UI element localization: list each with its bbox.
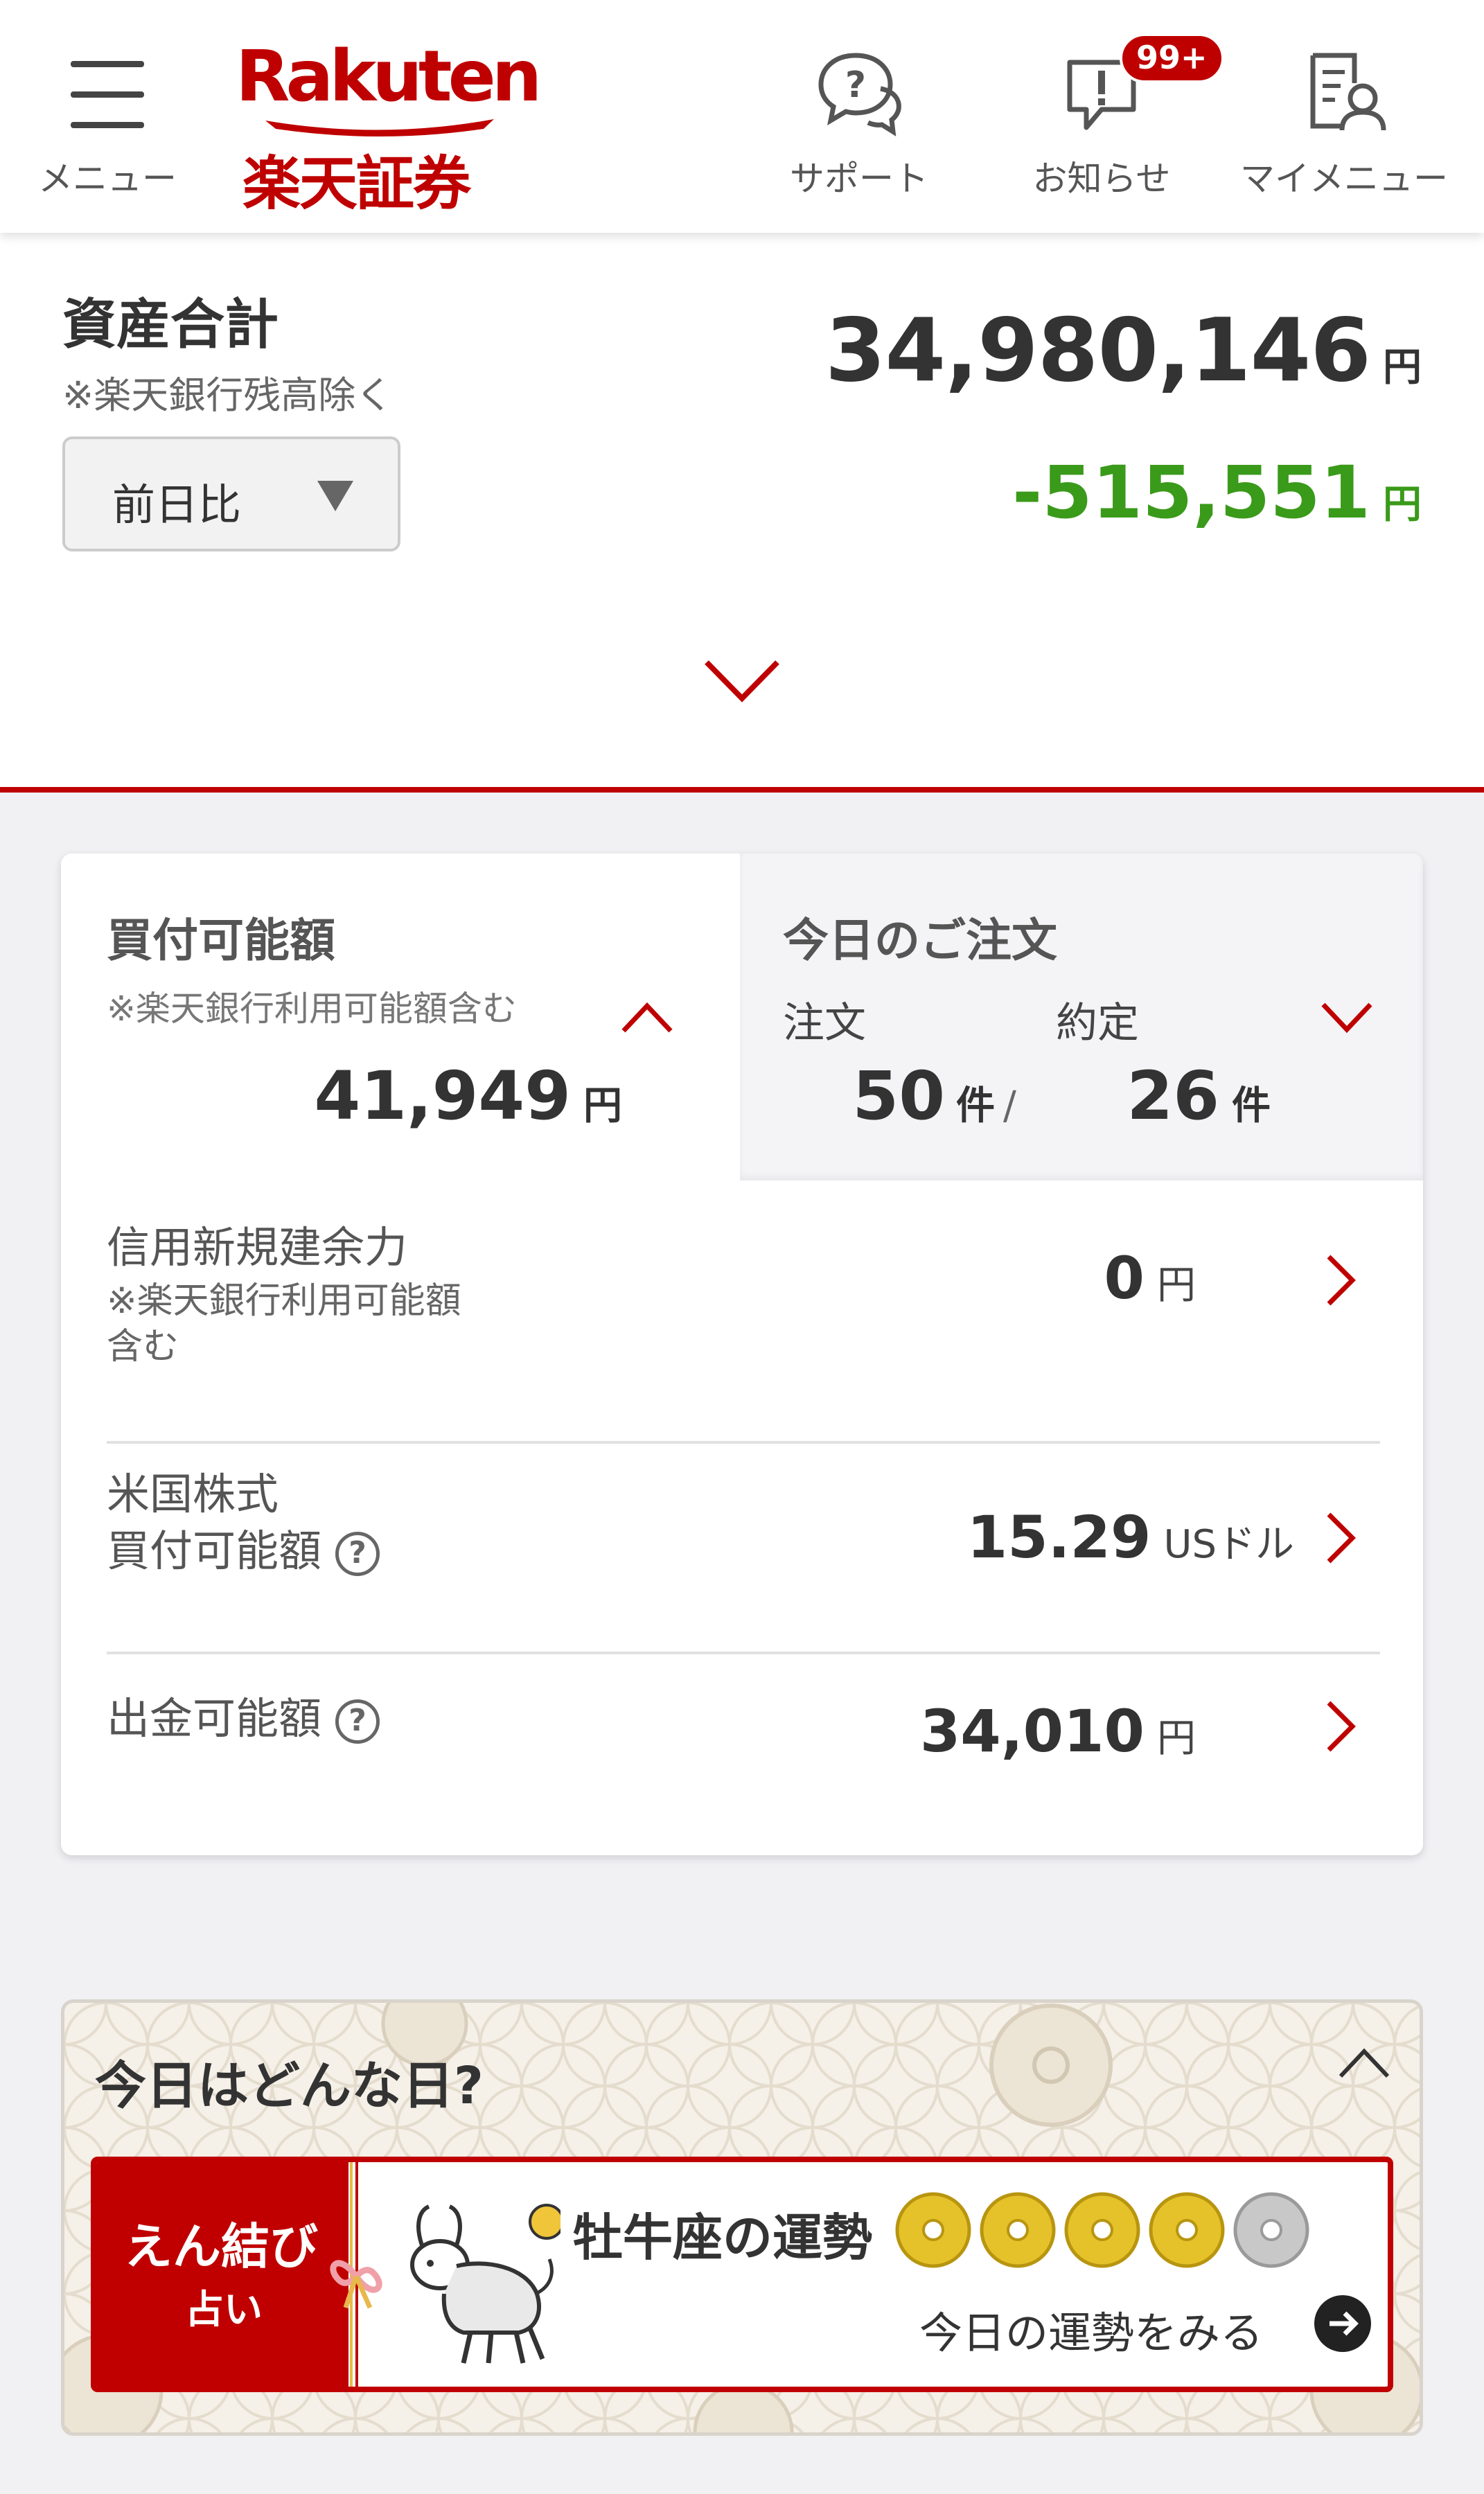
comparison-period-value: 前日比 — [112, 479, 242, 530]
fortune-tag-title: えん結び — [124, 2218, 318, 2275]
order-count-unit: 件 / — [956, 1084, 1016, 1129]
buying-power-title: 買付可能額 — [107, 914, 335, 967]
todays-orders-tab[interactable]: 今日のご注文 注文 約定 50 件/ 26 件 — [740, 854, 1423, 1180]
fortune-rating-coins — [895, 2192, 1309, 2268]
notifications-button[interactable]: 99+ お知らせ — [1018, 0, 1224, 233]
orders-label: 注文 — [783, 999, 866, 1047]
asset-total-amount: 34,980,146 円 — [825, 299, 1422, 401]
view-fortune-link[interactable]: 今日の運勢をみる — [919, 2298, 1263, 2360]
fortune-tag-subtitle: 占い — [185, 2288, 263, 2333]
margin-buying-power-note-2: 含む — [107, 1326, 179, 1368]
us-stock-buying-power-amount: 15.29 USドル — [966, 1503, 1294, 1571]
support-chat-icon: ? — [818, 53, 901, 136]
menu-button[interactable]: メニュー — [36, 0, 179, 233]
rating-coin-icon — [1149, 2192, 1225, 2268]
asset-summary: 資産合計 ※楽天銀行残高除く 前日比 34,980,146 円 -515,551 円 — [0, 233, 1484, 793]
margin-buying-power-label: 信用新規建余力 — [107, 1222, 408, 1273]
my-menu-document-user-icon — [1310, 53, 1386, 131]
asset-daily-change: -515,551 円 — [1012, 450, 1422, 535]
collapse-chevron-up-icon[interactable] — [1336, 2046, 1392, 2080]
executed-count-unit: 件 — [1232, 1084, 1271, 1129]
hamburger-icon — [71, 61, 144, 152]
buying-power-note: ※楽天銀行利用可能額含む — [107, 989, 517, 1029]
buying-power-value: 41,949 — [314, 1057, 571, 1135]
expand-orders-chevron-down-icon[interactable] — [1320, 1002, 1373, 1034]
order-count: 50 — [852, 1057, 945, 1135]
executed-label: 約定 — [1056, 999, 1139, 1047]
asset-total-unit: 円 — [1383, 345, 1422, 390]
chevron-right-icon — [1327, 1701, 1356, 1752]
app-header: メニュー Rakuten 楽天証券 ? サポート 99+ お知らせ マイメニュー — [0, 0, 1484, 233]
notification-count-badge: 99+ — [1120, 33, 1224, 83]
margin-buying-power-note-1: ※楽天銀行利用可能額 — [107, 1280, 461, 1322]
asset-daily-change-unit: 円 — [1383, 482, 1422, 527]
buying-power-tab[interactable]: 買付可能額 ※楽天銀行利用可能額含む 41,949 円 — [61, 854, 740, 1180]
rating-coin-icon — [980, 2192, 1056, 2268]
rating-coin-icon — [895, 2192, 971, 2268]
rating-coin-empty-icon — [1233, 2192, 1309, 2268]
rakuten-securities-logo[interactable]: Rakuten 楽天証券 — [236, 42, 542, 218]
asset-total-note: ※楽天銀行残高除く — [62, 373, 394, 417]
dropdown-triangle-icon — [317, 481, 353, 511]
buying-power-card: 買付可能額 ※楽天銀行利用可能額含む 41,949 円 今日のご注文 注文 約定 … — [61, 854, 1423, 1855]
asset-total-value: 34,980,146 — [824, 299, 1371, 401]
logo-swoosh — [265, 119, 494, 136]
my-menu-label: マイメニュー — [1240, 159, 1448, 199]
help-question-icon[interactable]: ? — [335, 1699, 380, 1744]
horoscope-title: 牡牛座の運勢 — [573, 2209, 873, 2267]
menu-label: メニュー — [38, 159, 177, 199]
withdrawable-amount-label: 出金可能額? — [107, 1690, 380, 1747]
asset-daily-change-value: -515,551 — [1012, 450, 1370, 535]
svg-text:?: ? — [845, 64, 866, 106]
us-stock-buying-power-label: 買付可能額? — [107, 1523, 380, 1580]
help-question-icon[interactable]: ? — [335, 1531, 380, 1576]
rating-coin-icon — [1064, 2192, 1140, 2268]
mizuhiki-ribbon-icon — [330, 2260, 382, 2309]
expand-summary-chevron-down-icon[interactable] — [703, 657, 781, 705]
chevron-right-icon — [1327, 1512, 1356, 1564]
fortune-title: 今日はどんな日? — [95, 2056, 484, 2116]
margin-buying-power-row[interactable]: 信用新規建余力 ※楽天銀行利用可能額 含む 0円 — [107, 1180, 1380, 1437]
horoscope-banner[interactable]: えん結び 占い 牡牛座の運勢 今日の運勢をみる — [91, 2157, 1393, 2392]
buying-power-amount: 41,949 円 — [315, 1057, 622, 1135]
my-menu-button[interactable]: マイメニュー — [1237, 0, 1451, 233]
us-stock-label: 米国株式 — [107, 1469, 279, 1519]
asset-total-title: 資産合計 — [62, 294, 279, 356]
comparison-period-select[interactable]: 前日比 — [62, 436, 400, 551]
enmusubi-fortune-tag: えん結び 占い — [96, 2162, 348, 2387]
support-label: サポート — [790, 159, 928, 199]
arrow-right-circle-icon[interactable] — [1313, 2294, 1372, 2353]
us-stock-buying-power-row[interactable]: 米国株式 買付可能額? 15.29 USドル — [107, 1444, 1380, 1652]
todays-orders-title: 今日のご注文 — [783, 914, 1057, 967]
notice-label: お知らせ — [1032, 159, 1171, 199]
withdrawable-amount-row[interactable]: 出金可能額? 34,010 円 — [107, 1654, 1380, 1855]
support-button[interactable]: ? サポート — [783, 0, 935, 233]
margin-buying-power-amount: 0円 — [1104, 1244, 1196, 1312]
executed-count: 26 — [1127, 1057, 1219, 1135]
todays-fortune-section: 今日はどんな日? えん結び 占い 牡牛座の運勢 今日の運勢をみる — [61, 1999, 1423, 2436]
withdrawable-amount: 34,010 円 — [919, 1697, 1196, 1765]
collapse-chevron-up-icon[interactable] — [621, 1002, 673, 1034]
taurus-bull-icon — [410, 2204, 560, 2364]
chevron-right-icon — [1327, 1255, 1356, 1306]
buying-power-unit: 円 — [583, 1084, 622, 1129]
